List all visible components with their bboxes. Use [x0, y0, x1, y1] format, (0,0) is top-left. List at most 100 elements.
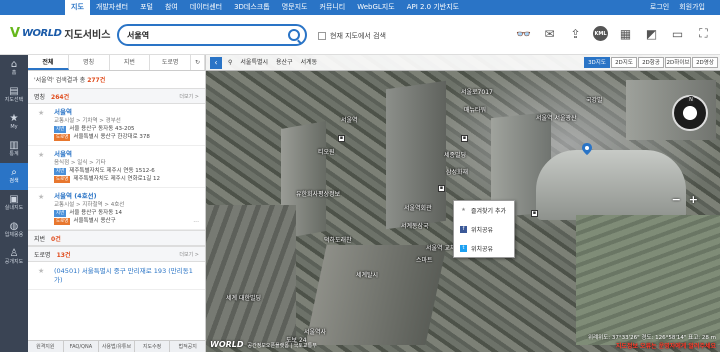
map-label: 국강빌 [586, 97, 603, 104]
map-label: 서울역회관 [404, 205, 432, 212]
checkbox[interactable] [318, 32, 326, 40]
map-label: 매뉴타워 [464, 107, 487, 114]
rail-public[interactable]: ♙ 공개지도 [0, 244, 28, 271]
tab-all[interactable]: 전체 [28, 55, 69, 70]
top-menu-portal[interactable]: 포털 [134, 0, 159, 15]
mode-3d-button[interactable]: 3D지도 [584, 57, 610, 68]
refresh-icon[interactable]: ↻ [191, 55, 205, 70]
compass-control[interactable]: N [672, 95, 708, 131]
share-icon[interactable]: ⇪ [567, 25, 584, 42]
vworld-logo[interactable]: V WORLD 지도서비스 [10, 26, 110, 41]
mode-2d-button[interactable]: 2D지도 [611, 57, 637, 68]
account-links: 로그인 회원가입 [645, 0, 710, 15]
rail-stats[interactable]: ▥ 통계 [0, 136, 28, 163]
chart-icon: ▥ [9, 140, 19, 151]
zoom-out-button[interactable]: − [672, 193, 681, 206]
top-menu-datacenter[interactable]: 데이터센터 [184, 0, 228, 15]
poi-marker-icon[interactable]: ▪ [461, 135, 468, 142]
kml-icon[interactable]: KML [593, 26, 608, 41]
poi-marker-icon[interactable]: ▪ [531, 210, 538, 217]
rail-map-select[interactable]: ▤ 지도선택 [0, 82, 28, 109]
tab-jibun[interactable]: 지번 [110, 55, 151, 70]
globe-icon: ◍ [9, 221, 19, 232]
breadcrumb-sigungu[interactable]: 용산구 [276, 55, 293, 71]
footer-links: 원격지원 FAQ/QNA 사용법/유튜브 지도수정 법적공지 [28, 340, 205, 352]
rail-3d[interactable]: ◍ 입체몽용 [0, 217, 28, 244]
breadcrumb-dong[interactable]: 서계동 [301, 55, 318, 71]
top-menu-map[interactable]: 지도 [65, 0, 90, 15]
footer-map-fix[interactable]: 지도수정 [135, 341, 171, 352]
mail-icon[interactable]: ✉ [541, 25, 558, 42]
top-menu-api2[interactable]: API 2.0 기반지도 [401, 0, 465, 15]
star-icon[interactable]: ★ [38, 151, 44, 159]
context-share-facebook[interactable]: f 위치공유 [454, 220, 514, 239]
mode-2d-hybrid-button[interactable]: 2D하이브 [665, 57, 691, 68]
map-label: 세종빌딩 [444, 152, 467, 159]
list-item[interactable]: ★ (04501) 서울특별시 중구 만리재로 193 (만리동1가) [28, 262, 205, 290]
map-label: 서계동삼국 [401, 223, 429, 230]
mode-2d-aerial-button[interactable]: 2D항공 [638, 57, 664, 68]
location-pin-icon[interactable] [582, 143, 592, 155]
list-item[interactable]: ★ 서울역 교통시설 > 기차역 > 경부선 지번 서울 용산구 동자동 43-2… [28, 104, 205, 146]
tab-road[interactable]: 도로명 [150, 55, 191, 70]
star-icon[interactable]: ★ [38, 193, 44, 201]
rail-my[interactable]: ★ My [0, 109, 28, 136]
top-menu-3d-desktop[interactable]: 3D데스크톱 [228, 0, 276, 15]
map-label: 스마트 [416, 257, 433, 264]
star-icon: ★ [9, 113, 19, 124]
rail-search[interactable]: ⌕ 검색 [0, 163, 28, 190]
breadcrumb-sido[interactable]: 서울특별시 [240, 55, 268, 71]
error-report-notice[interactable]: 지도정보 오류는 운영자에게 알려주세요 [588, 341, 716, 350]
mode-2d-image-button[interactable]: 2D영상 [692, 57, 718, 68]
fullscreen-icon[interactable]: ⛶ [695, 25, 712, 42]
search-current-map-option[interactable]: 현재 지도에서 검색 [318, 31, 386, 41]
search-icon[interactable] [288, 29, 300, 41]
context-share-twitter[interactable]: t 위치공유 [454, 239, 514, 258]
login-link[interactable]: 로그인 [645, 0, 674, 15]
refresh-icon[interactable]: ▭ [669, 25, 686, 42]
context-add-favorite[interactable]: ★ 즐겨찾기 추가 [454, 201, 514, 220]
map-tools: 👓 ✉ ⇪ KML ▦ ◩ ▭ ⛶ [515, 25, 712, 42]
search-input[interactable]: 서울역 [127, 30, 149, 41]
category-road-header: 도로명 13건 더보기 > [28, 246, 205, 262]
search-box[interactable]: 서울역 [117, 24, 307, 46]
logo-v-mark: V [10, 25, 21, 41]
signup-link[interactable]: 회원가입 [674, 0, 710, 15]
map-view[interactable]: ‹ ⚲ 서울특별시 용산구 서계동 3D지도 2D지도 2D항공 2D하이브 2… [206, 55, 720, 352]
logo-suffix: 지도서비스 [64, 30, 111, 41]
context-menu: ★ 즐겨찾기 추가 f 위치공유 t 위치공유 [453, 200, 515, 258]
rail-indoor[interactable]: ▣ 실내지도 [0, 190, 28, 217]
grid-icon[interactable]: ▦ [617, 25, 634, 42]
more-link[interactable]: 더보기 > [179, 251, 199, 258]
collapse-panel-button[interactable]: ‹ [210, 57, 222, 69]
map-status: 위례위도: 37°33'26" 경도: 126°58'14" 표고: 28 m … [588, 333, 716, 350]
top-menu-named-map[interactable]: 명문지도 [276, 0, 314, 15]
tab-name[interactable]: 명칭 [69, 55, 110, 70]
poi-marker-icon[interactable]: ▪ [338, 135, 345, 142]
logo-word: WORLD [22, 28, 62, 39]
top-menu-participate[interactable]: 참여 [159, 0, 184, 15]
list-item[interactable]: ★ 서울역 음식점 > 일식 > 기타 지번 제주특별자치도 제주시 연동 151… [28, 146, 205, 188]
list-item[interactable]: ★ 서울역 (4호선) 교통시설 > 지하철역 > 4호선 지번 서울 용산구 동… [28, 188, 205, 230]
top-menu-community[interactable]: 커뮤니티 [313, 0, 351, 15]
map-label: 서울역 [341, 117, 358, 124]
footer-howto[interactable]: 사용법/유튜브 [99, 341, 135, 352]
search-icon: ⌕ [11, 167, 17, 178]
eraser-icon[interactable]: ◩ [643, 25, 660, 42]
zoom-in-button[interactable]: + [689, 193, 698, 206]
building-shape [576, 215, 720, 345]
more-dots-icon[interactable]: ··· [193, 219, 199, 226]
map-label: 서울역 서울광산 [536, 115, 577, 122]
top-menu-webgl[interactable]: WebGL지도 [351, 0, 400, 15]
more-link[interactable]: 더보기 > [179, 93, 199, 100]
footer-remote-support[interactable]: 원격지원 [28, 341, 64, 352]
poi-marker-icon[interactable]: ▪ [438, 185, 445, 192]
header: V WORLD 지도서비스 서울역 현재 지도에서 검색 👓 ✉ ⇪ KML ▦… [0, 15, 720, 55]
binoculars-icon[interactable]: 👓 [515, 25, 532, 42]
rail-home[interactable]: ⌂ 홈 [0, 55, 28, 82]
top-menu-developer[interactable]: 개발자센터 [90, 0, 134, 15]
star-icon[interactable]: ★ [38, 109, 44, 117]
star-icon[interactable]: ★ [38, 267, 44, 275]
footer-faq[interactable]: FAQ/QNA [64, 341, 100, 352]
footer-legal[interactable]: 법적공지 [170, 341, 205, 352]
